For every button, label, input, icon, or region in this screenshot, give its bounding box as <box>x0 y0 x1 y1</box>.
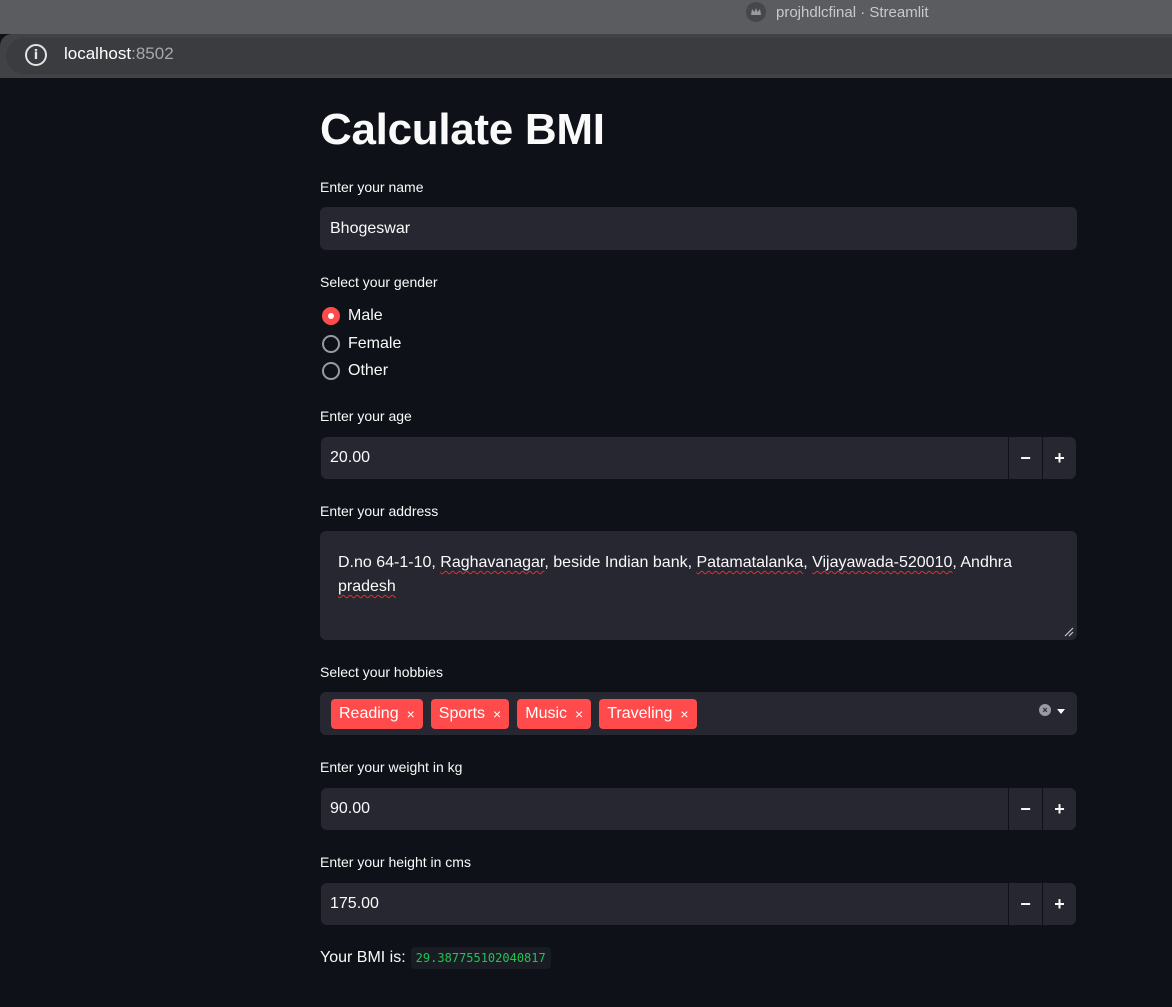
name-input-value: Bhogeswar <box>330 219 411 237</box>
radio-button-checked[interactable] <box>322 307 340 325</box>
weight-number-input[interactable]: 90.00 − + <box>321 788 1076 830</box>
hobbies-label: Select your hobbies <box>320 664 443 680</box>
address-text-misspelled: Patamatalanka <box>696 554 804 571</box>
address-text: , <box>803 554 813 571</box>
chevron-down-icon[interactable] <box>1057 708 1065 714</box>
site-info-icon[interactable]: i <box>25 44 47 66</box>
age-value[interactable]: 20.00 <box>321 449 1008 467</box>
address-text-misspelled: Vijayawada-520010 <box>812 554 953 571</box>
weight-decrement-button[interactable]: − <box>1008 788 1042 830</box>
url-port: :8502 <box>131 44 174 63</box>
radio-label-male: Male <box>348 307 383 324</box>
radio-option-female[interactable]: Female <box>322 334 401 354</box>
remove-tag-icon[interactable]: × <box>575 706 583 722</box>
streamlit-crown-icon <box>746 2 766 22</box>
weight-value[interactable]: 90.00 <box>321 800 1008 818</box>
age-label: Enter your age <box>320 408 412 424</box>
address-text: , beside Indian bank, <box>544 554 697 571</box>
age-number-input[interactable]: 20.00 − + <box>321 437 1076 479</box>
radio-label-other: Other <box>348 362 389 379</box>
clear-all-icon[interactable]: × <box>1039 704 1051 716</box>
url-text[interactable]: localhost:8502 <box>64 43 174 65</box>
age-decrement-button[interactable]: − <box>1008 437 1042 479</box>
tag-label: Traveling <box>607 704 673 722</box>
bmi-result-label: Your BMI is: <box>320 949 406 966</box>
remove-tag-icon[interactable]: × <box>680 706 688 722</box>
radio-option-male[interactable]: Male <box>322 306 383 326</box>
resize-handle-icon[interactable] <box>1064 627 1074 637</box>
hobby-tag-traveling: Traveling × <box>599 698 697 729</box>
remove-tag-icon[interactable]: × <box>493 706 501 722</box>
name-input[interactable]: Bhogeswar <box>320 207 1077 250</box>
url-host: localhost <box>64 44 132 63</box>
radio-option-other[interactable]: Other <box>322 361 388 381</box>
age-increment-button[interactable]: + <box>1042 437 1076 479</box>
hobby-tag-music: Music × <box>517 698 592 729</box>
radio-label-female: Female <box>348 335 402 352</box>
name-label: Enter your name <box>320 179 424 195</box>
tag-label: Sports <box>438 704 486 722</box>
bmi-result-value: 29.387755102040817 <box>410 947 551 969</box>
radio-button[interactable] <box>322 362 340 380</box>
gender-label: Select your gender <box>320 274 438 290</box>
weight-label: Enter your weight in kg <box>320 759 463 775</box>
bmi-result: Your BMI is: 29.387755102040817 <box>320 947 551 969</box>
tag-label: Reading <box>339 704 399 722</box>
address-textarea[interactable]: D.no 64-1-10, Raghavanagar, beside India… <box>320 531 1077 640</box>
radio-button[interactable] <box>322 335 340 353</box>
height-label: Enter your height in cms <box>320 854 471 870</box>
hobby-tag-sports: Sports × <box>430 698 510 729</box>
browser-tab-bar <box>0 0 1172 34</box>
address-text-misspelled: Raghavanagar <box>440 554 545 571</box>
tag-label: Music <box>525 704 568 722</box>
page-title: Calculate BMI <box>320 105 605 154</box>
hobbies-multiselect[interactable]: Reading × Sports × Music × Traveling × × <box>320 692 1077 735</box>
address-label: Enter your address <box>320 503 439 519</box>
hobby-tag-reading: Reading × <box>331 698 423 729</box>
weight-increment-button[interactable]: + <box>1042 788 1076 830</box>
height-decrement-button[interactable]: − <box>1008 883 1042 925</box>
address-text: , Andhra <box>952 554 1012 571</box>
tab-title: projhdlcfinal · Streamlit <box>776 3 929 21</box>
remove-tag-icon[interactable]: × <box>407 706 415 722</box>
multiselect-controls: × <box>1039 704 1065 716</box>
browser-tab[interactable]: projhdlcfinal · Streamlit <box>746 2 929 22</box>
height-increment-button[interactable]: + <box>1042 883 1076 925</box>
height-value[interactable]: 175.00 <box>321 895 1008 913</box>
height-number-input[interactable]: 175.00 − + <box>321 883 1076 925</box>
address-text-misspelled: pradesh <box>338 578 396 595</box>
address-text: D.no 64-1-10, <box>338 554 441 571</box>
address-bar[interactable] <box>6 38 1172 74</box>
